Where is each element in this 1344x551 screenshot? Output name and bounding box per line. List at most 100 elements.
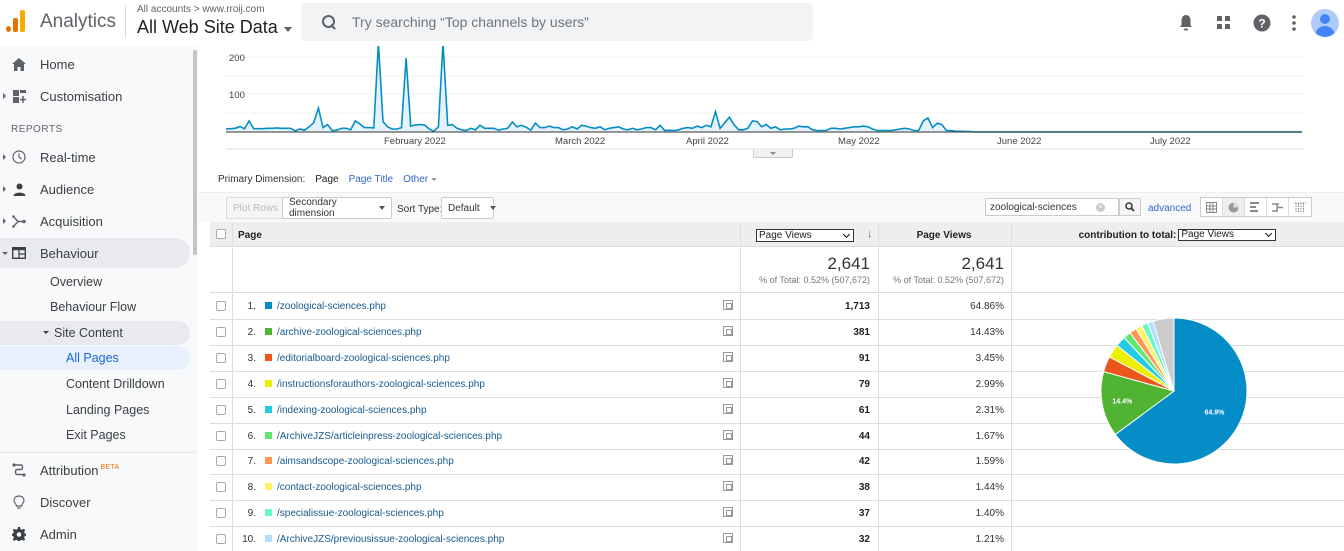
sidebar-item-behaviour[interactable]: Behaviour [0,238,190,268]
bell-icon[interactable] [1167,4,1205,42]
sidebar-item-customisation[interactable]: Customisation [0,81,190,111]
sidebar-item-realtime[interactable]: Real-time [0,142,190,172]
table-filter-input[interactable] [986,201,1096,213]
sidebar-item-content-drilldown[interactable]: Content Drilldown [0,372,190,396]
plot-rows-button[interactable]: Plot Rows [226,197,286,219]
column-divider [232,222,233,247]
total-percent: % of Total: 0.52% (507,672) [893,275,1004,285]
secondary-dimension-dropdown[interactable]: Secondary dimension [282,197,392,219]
page-link[interactable]: /aimsandscope-zoological-sciences.php [277,456,454,467]
page-link[interactable]: /indexing-zoological-sciences.php [277,405,427,416]
row-checkbox[interactable] [216,378,226,389]
apps-grid-icon[interactable] [1205,4,1243,42]
performance-view-icon[interactable] [1245,198,1267,216]
column-divider [232,449,233,476]
pivot-view-icon[interactable] [1289,198,1311,216]
search-bar[interactable] [301,3,813,41]
reports-section-label: REPORTS [11,124,63,135]
open-page-icon[interactable] [723,351,733,362]
comparison-view-icon[interactable] [1267,198,1289,216]
page-link[interactable]: /ArchiveJZS/previousissue-zoological-sci… [277,534,504,545]
sidebar-item-exit-pages[interactable]: Exit Pages [0,423,190,447]
page-link[interactable]: /contact-zoological-sciences.php [277,482,422,493]
page-views-percent: 64.86% [970,301,1004,312]
sort-descending-icon[interactable]: ↓ [867,228,873,240]
page-link[interactable]: /zoological-sciences.php [277,301,386,312]
open-page-icon[interactable] [723,403,733,414]
sidebar-item-overview[interactable]: Overview [0,270,190,294]
account-avatar[interactable] [1311,9,1339,37]
lightbulb-icon [11,494,27,510]
analytics-logo-icon[interactable] [4,8,26,32]
sidebar-item-audience[interactable]: Audience [0,174,190,204]
sidebar-item-home[interactable]: Home [0,49,190,79]
row-checkbox[interactable] [216,430,226,441]
column-divider [232,501,233,528]
page-link[interactable]: /specialissue-zoological-sciences.php [277,508,444,519]
sidebar-item-admin[interactable]: Admin [0,519,190,549]
row-checkbox[interactable] [216,352,226,363]
header-actions: ? [1167,0,1344,46]
table-view-icon[interactable] [1201,198,1223,216]
open-page-icon[interactable] [723,455,733,466]
account-breadcrumb[interactable]: All accounts > www.rroij.com [137,4,265,15]
sidebar-item-site-content[interactable]: Site Content [0,321,190,345]
page-views-value: 1,713 [844,301,870,312]
contribution-metric-select[interactable]: Page Views [1178,229,1277,241]
row-checkbox[interactable] [216,508,226,519]
sidebar-nav: Home Customisation REPORTS Real-time Aud… [0,46,198,551]
column-divider [232,294,233,320]
series-color-swatch [265,535,272,543]
header-divider [125,6,126,38]
property-selector[interactable]: All Web Site Data [137,17,292,38]
row-checkbox[interactable] [216,404,226,415]
chart-collapse-handle[interactable] [753,149,793,158]
pie-view-icon[interactable] [1223,198,1245,216]
sidebar-item-landing-pages[interactable]: Landing Pages [0,398,190,422]
sidebar-item-label: Acquisition [40,213,103,229]
open-page-icon[interactable] [723,300,733,310]
sidebar-item-attribution[interactable]: Attribution BETA [0,455,190,485]
more-vert-icon[interactable] [1281,4,1307,42]
column-divider [1011,423,1012,450]
page-link[interactable]: /ArchiveJZS/articleinpress-zoological-sc… [277,431,502,442]
sidebar-scrollbar[interactable] [193,50,197,255]
select-all-checkbox[interactable] [216,229,226,239]
sort-type-dropdown[interactable]: Default [441,197,496,219]
advanced-filter-link[interactable]: advanced [1148,203,1191,214]
sidebar-item-label: Real-time [40,149,96,165]
open-page-icon[interactable] [723,377,733,388]
caret-down-icon [489,206,496,210]
row-checkbox[interactable] [216,301,226,311]
table-filter[interactable]: × [985,198,1119,216]
sidebar-item-all-pages[interactable]: All Pages [0,346,190,370]
filter-search-button[interactable] [1119,198,1141,216]
open-page-icon[interactable] [723,507,733,518]
series-line [225,46,1302,133]
column-divider [232,248,233,293]
sidebar-item-acquisition[interactable]: Acquisition [0,206,190,236]
sidebar-item-behaviour-flow[interactable]: Behaviour Flow [0,295,190,319]
open-page-icon[interactable] [723,429,733,440]
row-checkbox[interactable] [216,534,226,545]
dimension-other[interactable]: Other [403,174,438,185]
row-checkbox[interactable] [216,482,226,493]
sidebar-item-discover[interactable]: Discover [0,487,190,517]
help-icon[interactable]: ? [1243,4,1281,42]
open-page-icon[interactable] [723,325,733,336]
open-page-icon[interactable] [723,533,733,544]
total-value: 2,641 [961,254,1004,273]
page-link[interactable]: /instructionsforauthors-zoological-scien… [277,379,485,390]
row-index: 10. [242,534,256,546]
metric-select[interactable]: Page Views [756,229,854,242]
row-checkbox[interactable] [216,456,226,467]
page-link[interactable]: /editorialboard-zoological-sciences.php [277,353,450,364]
page-link[interactable]: /archive-zoological-sciences.php [277,327,422,338]
open-page-icon[interactable] [723,481,733,492]
clear-filter-icon[interactable]: × [1096,202,1105,212]
column-header-page-views[interactable]: Page Views [878,230,1010,241]
page-views-percent: 1.40% [975,508,1004,520]
dimension-page-title[interactable]: Page Title [349,174,393,185]
row-checkbox[interactable] [216,326,226,337]
search-input[interactable] [352,14,772,30]
